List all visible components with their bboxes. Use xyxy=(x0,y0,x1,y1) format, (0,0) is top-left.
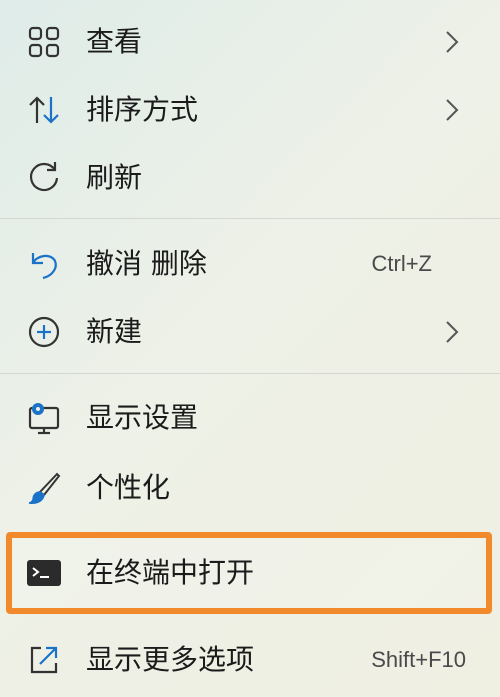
paintbrush-icon xyxy=(24,468,64,508)
menu-item-new[interactable]: 新建 xyxy=(0,300,500,364)
menu-item-refresh[interactable]: 刷新 xyxy=(0,146,500,210)
refresh-icon xyxy=(24,158,64,198)
menu-item-personalize[interactable]: 个性化 xyxy=(0,456,500,520)
shortcut-text: Ctrl+Z xyxy=(371,251,433,276)
menu-item-label: 撤消 删除 xyxy=(86,247,207,280)
chevron-right-icon xyxy=(446,321,459,343)
menu-item-label: 显示更多选项 xyxy=(86,643,255,676)
menu-item-label: 显示设置 xyxy=(86,401,199,434)
menu-item-label: 刷新 xyxy=(86,161,143,194)
terminal-icon xyxy=(24,553,64,593)
shortcut-text: Shift+F10 xyxy=(371,647,466,672)
add-circle-icon xyxy=(24,312,64,352)
menu-item-sort[interactable]: 排序方式 xyxy=(0,78,500,142)
chevron-right-icon xyxy=(446,31,459,53)
show-more-options-icon xyxy=(24,640,64,680)
menu-item-label: 查看 xyxy=(86,25,143,58)
menu-item-label: 在终端中打开 xyxy=(86,556,255,589)
menu-separator xyxy=(0,218,500,219)
menu-item-label: 新建 xyxy=(86,315,143,348)
menu-item-display-settings[interactable]: 显示设置 xyxy=(0,386,500,450)
menu-item-open-in-terminal[interactable]: 在终端中打开 xyxy=(0,541,500,605)
undo-icon xyxy=(24,244,64,284)
menu-separator xyxy=(0,373,500,374)
menu-item-label: 个性化 xyxy=(86,471,171,504)
sort-arrows-icon xyxy=(24,90,64,130)
context-menu: 查看 排序方式 刷新 撤消 删除 Ctrl+Z 新建 显示设置 个性化 在终端中… xyxy=(0,0,500,697)
menu-item-label: 排序方式 xyxy=(86,93,199,126)
menu-item-view[interactable]: 查看 xyxy=(0,10,500,74)
display-settings-icon xyxy=(24,398,64,438)
menu-item-show-more-options[interactable]: 显示更多选项 Shift+F10 xyxy=(0,628,500,692)
menu-item-undo-delete[interactable]: 撤消 删除 Ctrl+Z xyxy=(0,232,500,296)
grid-view-icon xyxy=(24,22,64,62)
chevron-right-icon xyxy=(446,99,459,121)
